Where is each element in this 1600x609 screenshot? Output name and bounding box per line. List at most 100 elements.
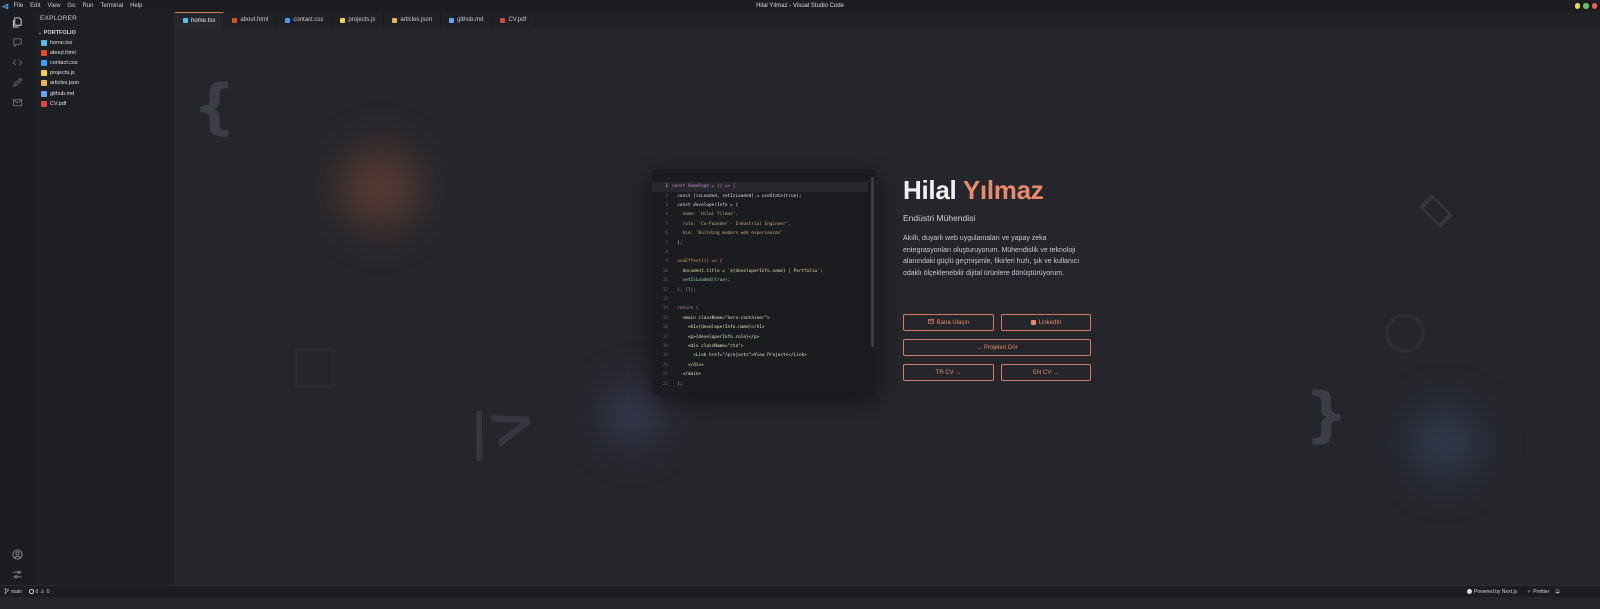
- line-number: 10: [662, 268, 668, 274]
- code-text: bio: 'Building modern web experiences': [672, 231, 784, 237]
- code-icon[interactable]: [10, 55, 25, 70]
- code-line: 7 };: [652, 238, 868, 248]
- code-line: 4 name: 'Hilal Yılmaz',: [652, 210, 868, 220]
- code-text: };: [672, 240, 683, 246]
- account-icon[interactable]: [10, 547, 25, 562]
- git-branch[interactable]: main: [4, 587, 22, 596]
- linkedin-button-label: LinkedIn: [1038, 319, 1062, 326]
- pen-icon[interactable]: [10, 75, 25, 90]
- line-number: 15: [662, 315, 668, 321]
- projects-button-label: → Projeleri Gör: [976, 344, 1018, 351]
- code-line: 15 <main className="hero-container">: [652, 314, 868, 324]
- code-text: <main className="hero-container">: [672, 315, 770, 321]
- code-line: 3 const developerInfo = {: [652, 201, 868, 211]
- file-item[interactable]: articles.json: [41, 78, 79, 88]
- tab-label: home.tsx: [191, 17, 216, 24]
- git-branch-label: main: [11, 588, 22, 595]
- code-line: 8: [652, 248, 868, 258]
- file-item[interactable]: github.md: [41, 89, 74, 99]
- code-scrollbar[interactable]: [871, 177, 874, 347]
- tab-cv-pdf[interactable]: CV.pdf: [492, 12, 536, 28]
- comment-icon[interactable]: [10, 35, 25, 50]
- error-icon: [29, 589, 34, 594]
- tab-label: contact.css: [293, 17, 324, 23]
- tab-articles-json[interactable]: articles.json: [384, 12, 442, 28]
- menu-item-run[interactable]: Run: [79, 0, 97, 12]
- tab-contact-css[interactable]: contact.css: [277, 12, 333, 28]
- folder-portfolio[interactable]: ⌄ PORTFOLIO: [38, 30, 76, 36]
- react-icon: [41, 40, 47, 46]
- file-item[interactable]: projects.js: [41, 68, 75, 78]
- pdf-icon: [41, 100, 47, 107]
- code-line: 2 const [isLoaded, setIsLoaded] = useSta…: [652, 191, 868, 201]
- tr-cv-button[interactable]: TR CV →: [903, 364, 994, 381]
- tab-projects-js[interactable]: projects.js: [332, 12, 385, 28]
- json-icon: [41, 80, 47, 87]
- file-label: projects.js: [50, 70, 75, 77]
- line-number: 2: [665, 193, 668, 199]
- code-text: const developerInfo = {: [672, 203, 739, 209]
- menu-item-file[interactable]: File: [10, 0, 27, 12]
- tr-cv-button-label: TR CV →: [935, 369, 962, 376]
- vscode-logo-icon: [0, 0, 10, 12]
- file-item[interactable]: contact.css: [41, 58, 78, 68]
- check-icon: ✓: [1527, 588, 1532, 595]
- line-number: 8: [665, 250, 668, 256]
- code-line: 17 <p>{developerInfo.role}</p>: [652, 332, 868, 342]
- circle-decor-icon: [1385, 313, 1425, 353]
- linkedin-button[interactable]: LinkedIn: [1001, 314, 1091, 331]
- close-button[interactable]: [1591, 3, 1597, 9]
- menu-item-go[interactable]: Go: [64, 0, 79, 12]
- tab-about-html[interactable]: about.html: [224, 12, 278, 28]
- contact-button-label: Bana Ulaşın: [936, 319, 970, 326]
- line-number: 5: [665, 221, 668, 227]
- css-icon: [41, 60, 47, 67]
- code-line: 11 setIsLoaded(true);: [652, 276, 868, 286]
- html-icon: [41, 50, 47, 57]
- powered-by[interactable]: Powered by Next.js: [1467, 589, 1517, 595]
- decor-blob: [1390, 388, 1500, 498]
- warning-count: 0: [46, 588, 50, 595]
- warning-icon: ⚠: [40, 588, 45, 595]
- code-text: role: 'Co-Founder - Industrial Engineer'…: [672, 221, 791, 227]
- file-item[interactable]: CV.pdf: [41, 99, 66, 109]
- file-item[interactable]: home.tsx: [41, 38, 72, 48]
- problems-indicator[interactable]: 0 ⚠ 0: [29, 589, 50, 595]
- maximize-button[interactable]: [1583, 3, 1589, 9]
- chevron-down-icon: ⌄: [38, 30, 42, 35]
- code-line: 16 <h1>{developerInfo.name}</h1>: [652, 323, 868, 333]
- js-icon: [41, 70, 47, 77]
- menu-item-edit[interactable]: Edit: [27, 0, 44, 12]
- file-item[interactable]: about.html: [41, 48, 76, 58]
- line-number: 19: [662, 353, 668, 359]
- files-icon[interactable]: [10, 15, 25, 30]
- menu-item-terminal[interactable]: Terminal: [97, 0, 127, 12]
- contact-button[interactable]: Bana Ulaşın: [903, 314, 994, 331]
- curly-brace-decor-icon: }: [1305, 380, 1348, 450]
- curly-brace-decor-icon: {: [193, 72, 236, 142]
- line-number: 12: [662, 287, 668, 293]
- line-number: 1: [665, 184, 668, 190]
- code-line: 19 <Link href="/projects">View Projects<…: [652, 351, 868, 361]
- notifications-bell-icon[interactable]: [1555, 588, 1560, 596]
- code-line: 22 );: [652, 379, 868, 389]
- prettier-status[interactable]: ✓ Prettier: [1527, 589, 1549, 595]
- tab-github-md[interactable]: github.md: [441, 12, 493, 28]
- linkedin-icon: [1030, 320, 1036, 325]
- code-text: <h1>{developerInfo.name}</h1>: [672, 325, 765, 331]
- line-number: 18: [662, 344, 668, 350]
- en-cv-button[interactable]: EN CV →: [1001, 364, 1091, 381]
- tab-label: articles.json: [400, 17, 433, 23]
- minimize-button[interactable]: [1574, 3, 1580, 9]
- code-text: );: [672, 381, 683, 387]
- file-type-icon: [232, 17, 238, 23]
- editor-tabs: home.tsx about.html contact.css projects.js…: [175, 12, 1600, 28]
- menu-item-view[interactable]: View: [44, 0, 64, 12]
- tab-home-tsx[interactable]: home.tsx: [175, 12, 225, 28]
- menu-item-help[interactable]: Help: [127, 0, 146, 12]
- mail-icon[interactable]: [10, 95, 25, 110]
- projects-button[interactable]: → Projeleri Gör: [903, 339, 1091, 356]
- hero-role: Endüstri Mühendisi: [903, 213, 976, 223]
- line-number: 4: [665, 212, 668, 218]
- settings-sliders-icon[interactable]: [10, 567, 25, 582]
